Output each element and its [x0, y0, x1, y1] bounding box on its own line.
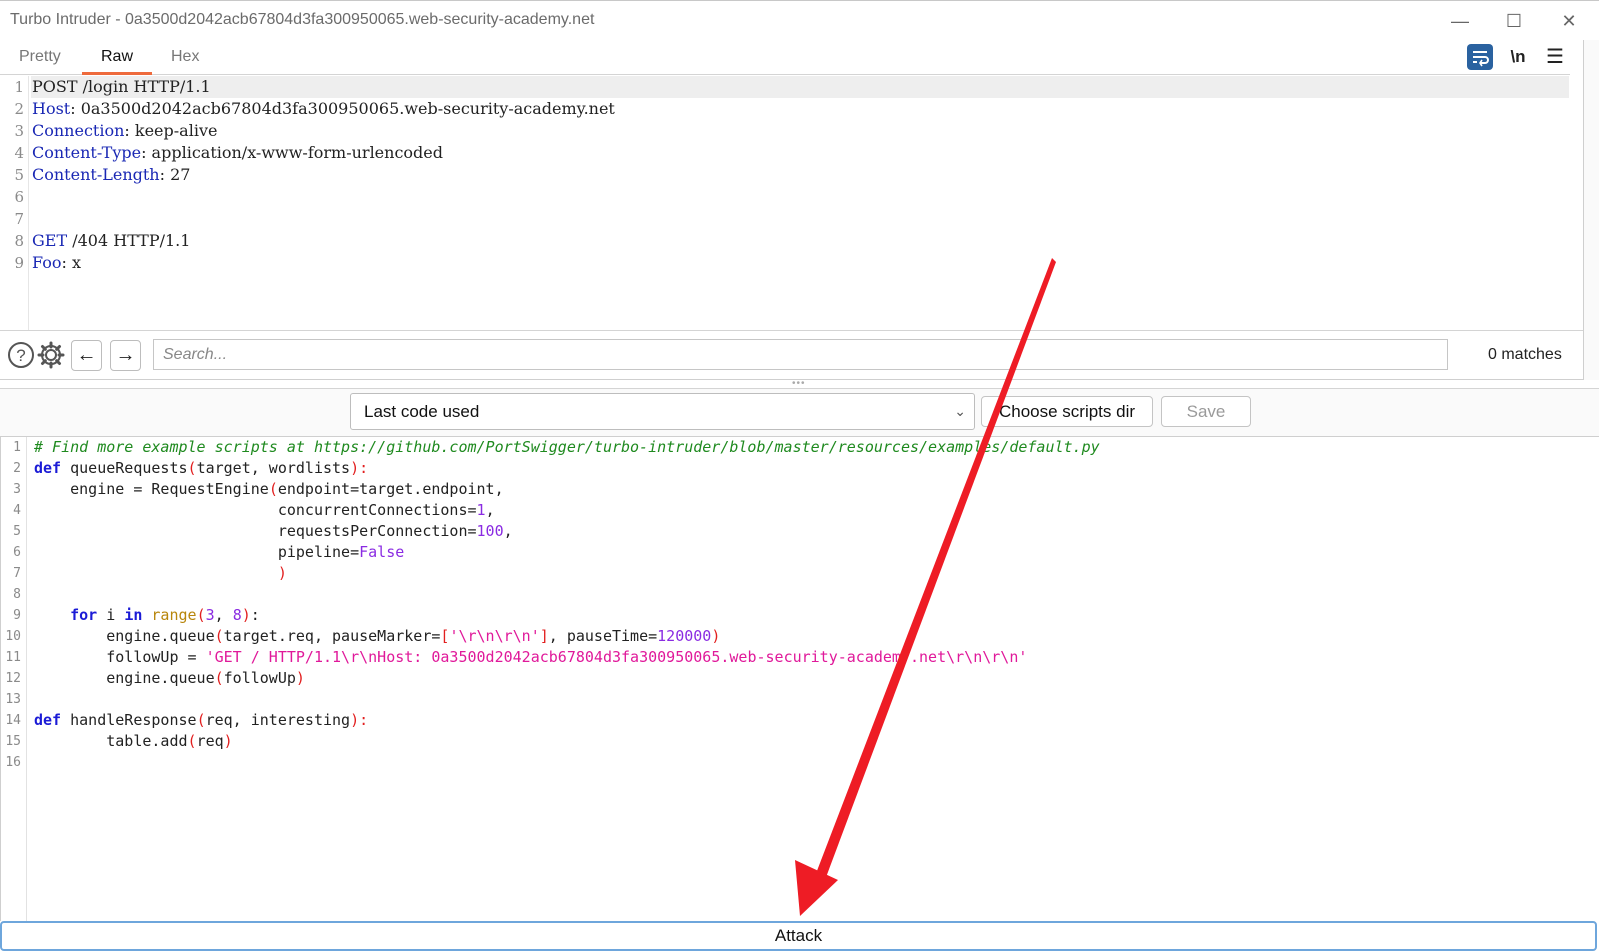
code-line: 8: [13, 587, 21, 602]
code-comment: # Find more example scripts at https://g…: [34, 438, 1100, 456]
request-line: 7: [14, 210, 24, 228]
header-name: Foo: [32, 253, 62, 272]
window-titlebar: Turbo Intruder - 0a3500d2042acb67804d3fa…: [0, 0, 1599, 40]
search-input[interactable]: [153, 339, 1448, 370]
active-tab-indicator: [82, 72, 152, 75]
help-icon[interactable]: ?: [7, 341, 35, 369]
request-line: 8 GET /404 HTTP/1.1: [14, 231, 191, 250]
window-title: Turbo Intruder - 0a3500d2042acb67804d3fa…: [10, 11, 595, 28]
header-name: Connection: [32, 121, 125, 140]
choose-scripts-dir-button[interactable]: Choose scripts dir: [981, 396, 1153, 427]
search-bar: ? ← → 0 matches: [0, 332, 1583, 380]
http-method: GET: [32, 231, 68, 250]
code-line: 15 table.add(req): [5, 732, 233, 750]
next-match-button[interactable]: →: [110, 340, 141, 371]
chevron-down-icon: ⌄: [954, 403, 966, 419]
request-line: 3 Connection: keep-alive: [14, 121, 218, 140]
attack-button[interactable]: Attack: [0, 921, 1597, 951]
script-toolbar: Last code used ⌄ Choose scripts dir Save: [0, 388, 1599, 436]
close-button[interactable]: ✕: [1557, 9, 1581, 33]
request-line: 2 Host: 0a3500d2042acb67804d3fa300950065.…: [14, 99, 615, 118]
header-name: Content-Length: [32, 165, 160, 184]
save-button[interactable]: Save: [1161, 396, 1251, 427]
tab-hex[interactable]: Hex: [171, 48, 199, 66]
pane-splitter[interactable]: •••: [0, 378, 1599, 389]
tab-raw[interactable]: Raw: [101, 48, 133, 66]
request-line: 6: [14, 188, 24, 206]
match-count: 0 matches: [1488, 346, 1562, 363]
svg-text:?: ?: [16, 346, 25, 365]
previous-match-button[interactable]: ←: [71, 340, 102, 371]
code-line: 6 pipeline=False: [13, 543, 405, 561]
menu-icon[interactable]: ☰: [1542, 44, 1568, 70]
script-code-editor[interactable]: 1 # Find more example scripts at https://…: [0, 436, 1599, 922]
request-line: 1 POST /login HTTP/1.1: [0, 76, 1570, 98]
show-newlines-icon[interactable]: \n: [1505, 44, 1531, 70]
header-name: Host: [32, 99, 71, 118]
script-select[interactable]: Last code used ⌄: [350, 393, 975, 430]
code-line: 1 # Find more example scripts at https://…: [13, 438, 1100, 456]
code-line: 11 followUp = 'GET / HTTP/1.1\r\nHost: 0…: [5, 648, 1028, 666]
code-line: 3 engine = RequestEngine(endpoint=target…: [13, 480, 504, 498]
code-line: 7 ): [13, 564, 287, 582]
request-line: 4 Content-Type: application/x-www-form-ur…: [14, 143, 443, 162]
code-line: 13: [5, 692, 21, 707]
code-line: 12 engine.queue(followUp): [5, 669, 305, 687]
code-line: 4 concurrentConnections=1,: [13, 501, 495, 519]
script-select-value: Last code used: [364, 402, 480, 421]
header-name: Content-Type: [32, 143, 142, 162]
wrap-lines-icon[interactable]: [1467, 44, 1493, 70]
code-line: 10 engine.queue(target.req, pauseMarker=…: [5, 627, 721, 645]
code-line: 14 def handleResponse(req, interesting):: [5, 711, 369, 729]
minimize-button[interactable]: —: [1448, 9, 1472, 33]
request-line: 9 Foo: x: [14, 253, 81, 272]
code-line: 2 def queueRequests(target, wordlists):: [13, 459, 369, 477]
request-line: 5 Content-Length: 27: [14, 165, 191, 184]
code-line: 9 for i in range(3, 8):: [13, 606, 260, 624]
tab-pretty[interactable]: Pretty: [19, 48, 61, 66]
code-line: 16: [5, 755, 21, 770]
code-line: 5 requestsPerConnection=100,: [13, 522, 513, 540]
right-scroll-gutter[interactable]: [1583, 40, 1599, 380]
settings-gear-icon[interactable]: [37, 341, 65, 369]
request-view-tabs: Pretty Raw Hex: [0, 42, 1570, 75]
request-editor[interactable]: 1 POST /login HTTP/1.1 2 Host: 0a3500d2042…: [0, 76, 1583, 331]
maximize-button[interactable]: ☐: [1502, 9, 1526, 33]
